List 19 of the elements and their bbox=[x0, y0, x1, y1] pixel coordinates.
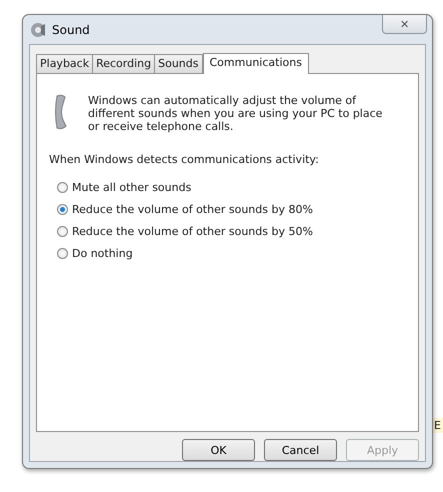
prompt-text: When Windows detects communications activity: bbox=[49, 153, 320, 166]
option-label[interactable]: Reduce the volume of other sounds by 50% bbox=[72, 225, 313, 238]
description-text: Windows can automatically adjust the volume of different sounds when you are using your PC to place or receive telephone calls. bbox=[88, 94, 384, 133]
window-title: Sound bbox=[52, 22, 90, 36]
tab[interactable]: Recording bbox=[92, 54, 156, 73]
option-label[interactable]: Reduce the volume of other sounds by 80% bbox=[72, 203, 313, 216]
tab[interactable]: Playback bbox=[36, 54, 94, 73]
dialog-button[interactable]: OK bbox=[182, 439, 255, 461]
radio-button[interactable] bbox=[57, 248, 68, 259]
background-text: E bbox=[433, 418, 443, 433]
radio-button[interactable] bbox=[57, 182, 68, 193]
option-label[interactable]: Mute all other sounds bbox=[72, 181, 192, 194]
tab[interactable]: Communications bbox=[202, 53, 309, 74]
dialog-button[interactable]: Cancel bbox=[264, 439, 337, 461]
radio-button[interactable] bbox=[57, 204, 68, 215]
close-button[interactable]: ✕ bbox=[382, 15, 427, 34]
tab[interactable]: Sounds bbox=[154, 54, 202, 73]
radio-button[interactable] bbox=[57, 226, 68, 237]
option-label[interactable]: Do nothing bbox=[72, 247, 133, 260]
